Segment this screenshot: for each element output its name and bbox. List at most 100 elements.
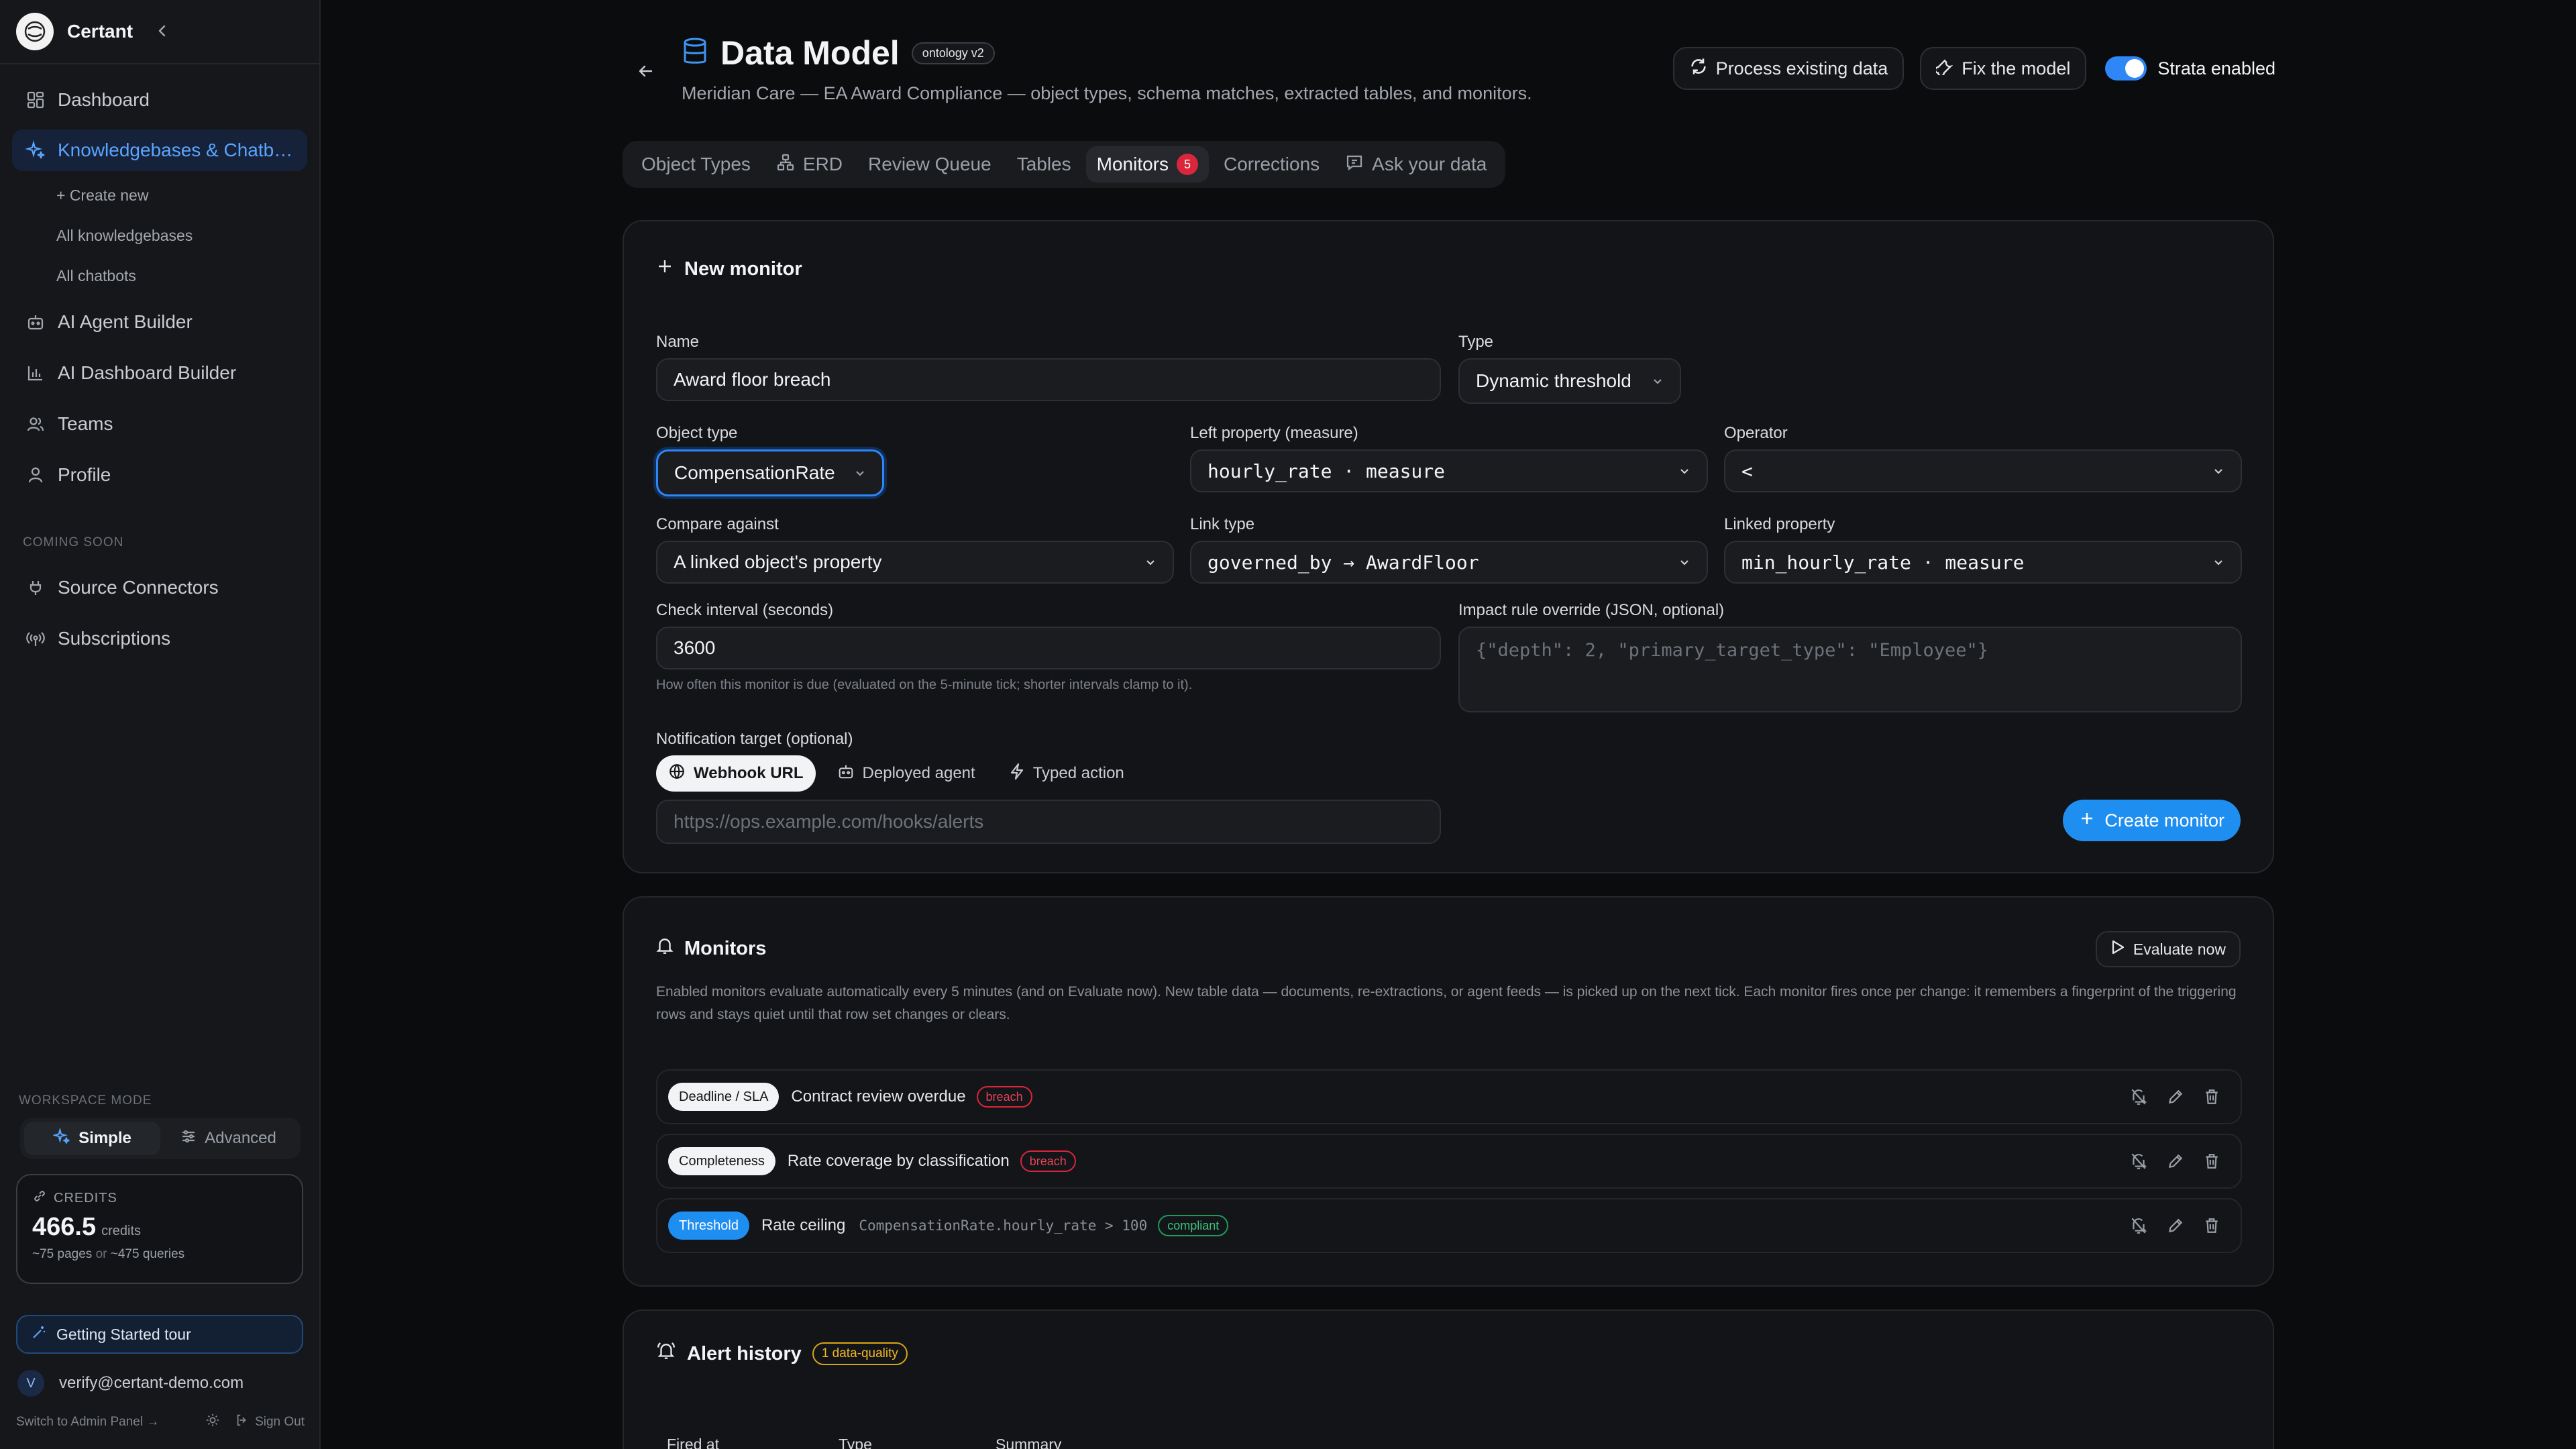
heading-text: Monitors (684, 937, 767, 959)
brand-name: Certant (67, 21, 133, 42)
tab-tables[interactable]: Tables (1006, 146, 1082, 182)
certant-logo-icon (16, 13, 54, 50)
data-quality-badge: 1 data-quality (812, 1342, 908, 1365)
column-header-summary[interactable]: Summary (996, 1436, 1061, 1449)
plug-icon (24, 576, 47, 599)
type-select[interactable]: Dynamic threshold (1458, 358, 1681, 404)
plus-icon (2079, 810, 2095, 831)
object-type-select[interactable]: CompensationRate (656, 449, 884, 496)
notif-agent-option[interactable]: Deployed agent (825, 755, 987, 792)
alert-history-heading: Alert history 1 data-quality (656, 1342, 908, 1366)
compare-against-select[interactable]: A linked object's property (656, 541, 1174, 584)
notif-action-option[interactable]: Typed action (997, 755, 1136, 792)
check-interval-input[interactable]: 3600 (656, 627, 1441, 669)
trash-icon[interactable] (2203, 1088, 2220, 1106)
left-property-select[interactable]: hourly_rate · measure (1190, 449, 1708, 492)
monitor-row[interactable]: Threshold Rate ceiling CompensationRate.… (656, 1198, 2242, 1253)
tab-corrections[interactable]: Corrections (1213, 146, 1330, 182)
tab-object-types[interactable]: Object Types (631, 146, 761, 182)
edit-pencil-icon[interactable] (2167, 1152, 2184, 1170)
process-existing-data-button[interactable]: Process existing data (1672, 47, 1904, 90)
sidebar-subitem-create-new[interactable]: + Create new (56, 186, 148, 205)
tab-review-queue[interactable]: Review Queue (857, 146, 1002, 182)
tab-erd[interactable]: ERD (765, 146, 853, 182)
credits-unit: credits (101, 1224, 141, 1238)
workspace-mode-toggle: Simple Advanced (20, 1118, 301, 1159)
monitor-name: Contract review overdue (791, 1087, 966, 1106)
monitor-row[interactable]: Completeness Rate coverage by classifica… (656, 1134, 2242, 1189)
tab-ask-your-data[interactable]: Ask your data (1334, 146, 1497, 182)
credits-value: 466.5 (32, 1213, 97, 1241)
user-email: verify@certant-demo.com (59, 1374, 244, 1392)
bell-off-icon[interactable] (2129, 1152, 2148, 1171)
credits-label: CREDITS (54, 1190, 117, 1205)
coming-soon-label: COMING SOON (23, 535, 124, 549)
linked-property-select[interactable]: min_hourly_rate · measure (1724, 541, 2242, 584)
sidebar-footer: Switch to Admin Panel → Sign Out (16, 1413, 305, 1432)
evaluate-now-label: Evaluate now (2133, 940, 2226, 958)
sidebar-item-ai-agent-builder[interactable]: AI Agent Builder (12, 301, 307, 343)
create-monitor-button[interactable]: Create monitor (2063, 800, 2241, 841)
wrench-icon (1935, 58, 1953, 80)
sidebar-item-knowledgebases[interactable]: Knowledgebases & Chatb… (12, 129, 307, 171)
mode-advanced-button[interactable]: Advanced (160, 1122, 297, 1155)
sparkles-icon (52, 1127, 70, 1150)
sidebar-item-profile[interactable]: Profile (12, 454, 307, 496)
avatar: V (17, 1370, 44, 1397)
check-interval-value: 3600 (674, 637, 716, 658)
brand[interactable]: Certant (16, 12, 133, 51)
theme-toggle-sun-icon[interactable] (205, 1413, 220, 1432)
strata-switch[interactable] (2105, 56, 2147, 80)
sidebar-item-dashboard[interactable]: Dashboard (12, 79, 307, 121)
monitor-kind-tag: Completeness (668, 1147, 775, 1175)
back-button[interactable] (632, 58, 659, 85)
tab-label: Ask your data (1372, 154, 1487, 174)
fix-the-model-button[interactable]: Fix the model (1920, 47, 2087, 90)
broadcast-icon (24, 627, 47, 650)
sidebar-subitem-all-chatbots[interactable]: All chatbots (56, 267, 136, 285)
webhook-url-input[interactable]: https://ops.example.com/hooks/alerts (656, 800, 1441, 844)
impact-rule-textarea[interactable]: {"depth": 2, "primary_target_type": "Emp… (1458, 627, 2242, 712)
link-type-value: governed_by → AwardFloor (1208, 551, 1479, 574)
heading-text: New monitor (684, 258, 802, 280)
credits-or: or (95, 1247, 107, 1261)
trash-icon[interactable] (2203, 1217, 2220, 1234)
tab-monitors[interactable]: Monitors 5 (1085, 146, 1209, 182)
sidebar-item-subscriptions[interactable]: Subscriptions (12, 618, 307, 659)
sidebar-item-source-connectors[interactable]: Source Connectors (12, 567, 307, 608)
impact-rule-label: Impact rule override (JSON, optional) (1458, 601, 1725, 619)
collapse-sidebar-button[interactable] (152, 20, 173, 42)
bell-off-icon[interactable] (2129, 1216, 2148, 1235)
heading-text: Alert history (687, 1342, 802, 1364)
edit-pencil-icon[interactable] (2167, 1217, 2184, 1234)
name-value: Award floor breach (674, 369, 831, 390)
switch-admin-link[interactable]: Switch to Admin Panel → (16, 1415, 159, 1430)
chevron-down-icon (1652, 375, 1664, 387)
sidebar-item-label: Profile (58, 464, 111, 485)
check-interval-help: How often this monitor is due (evaluated… (656, 678, 1193, 692)
monitor-status-badge: compliant (1158, 1215, 1229, 1236)
sign-out-button[interactable]: Sign Out (235, 1413, 305, 1432)
evaluate-now-button[interactable]: Evaluate now (2095, 931, 2241, 967)
link-type-select[interactable]: governed_by → AwardFloor (1190, 541, 1708, 584)
getting-started-tour-button[interactable]: Getting Started tour (16, 1315, 303, 1354)
column-header-fired-at[interactable]: Fired at (667, 1436, 719, 1449)
bell-off-icon[interactable] (2129, 1087, 2148, 1106)
monitors-count-badge: 5 (1177, 154, 1198, 175)
strata-toggle[interactable]: Strata enabled (2105, 56, 2275, 80)
name-input[interactable]: Award floor breach (656, 358, 1441, 401)
operator-select[interactable]: < (1724, 449, 2242, 492)
header-actions: Process existing data Fix the model Stra… (1672, 47, 2275, 90)
monitor-name: Rate ceiling (761, 1216, 846, 1234)
sidebar-item-ai-dashboard-builder[interactable]: AI Dashboard Builder (12, 352, 307, 394)
sidebar-subitem-all-knowledgebases[interactable]: All knowledgebases (56, 227, 193, 245)
column-header-type[interactable]: Type (839, 1436, 872, 1449)
user-row[interactable]: V verify@certant-demo.com (17, 1370, 244, 1397)
edit-pencil-icon[interactable] (2167, 1088, 2184, 1106)
notif-webhook-option[interactable]: Webhook URL (656, 755, 816, 792)
monitor-row[interactable]: Deadline / SLA Contract review overdue b… (656, 1069, 2242, 1124)
sidebar-item-teams[interactable]: Teams (12, 403, 307, 445)
mode-simple-button[interactable]: Simple (24, 1122, 160, 1155)
trash-icon[interactable] (2203, 1152, 2220, 1170)
tab-label: ERD (802, 154, 843, 174)
